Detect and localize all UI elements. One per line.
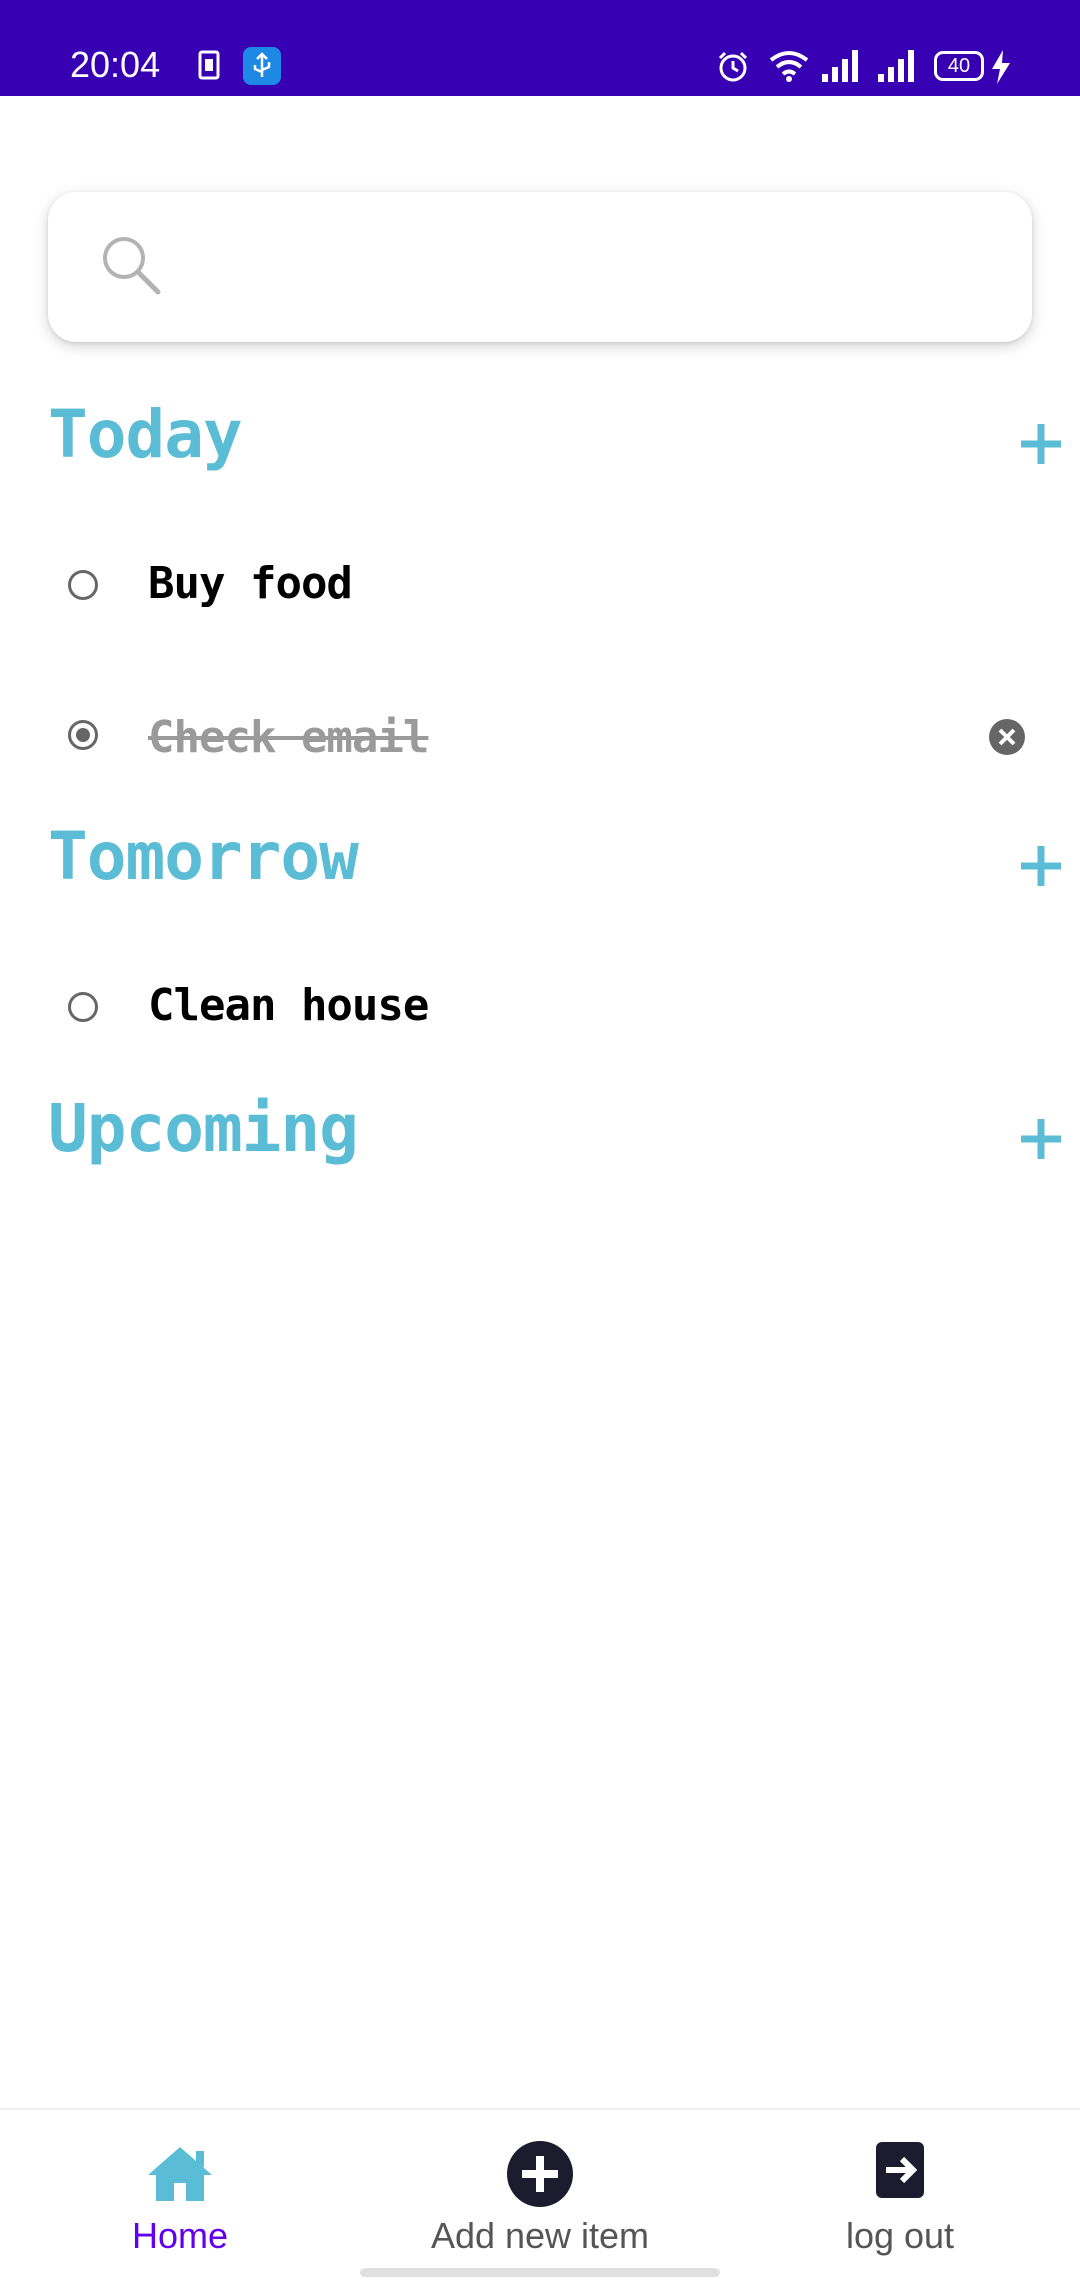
battery-icon: 40 — [934, 51, 984, 81]
search-input[interactable] — [178, 232, 978, 302]
task-label: Check email — [148, 712, 429, 763]
logout-icon — [876, 2142, 924, 2198]
status-time: 20:04 — [70, 44, 161, 85]
add-upcoming-button[interactable] — [1018, 1116, 1064, 1162]
wifi-icon — [769, 51, 809, 82]
nav-label-home: Home — [131, 2215, 229, 2256]
status-bar: 20:04 40 — [0, 0, 1080, 96]
task-checkbox[interactable] — [68, 992, 98, 1022]
home-indicator — [360, 2268, 720, 2277]
delete-task-icon[interactable] — [988, 718, 1026, 756]
usb-icon — [243, 47, 281, 85]
section-title-upcoming: Upcoming — [48, 1090, 359, 1167]
nav-label-add-new: Add new item — [430, 2215, 650, 2256]
nav-item-home[interactable]: Home — [0, 2110, 360, 2282]
add-tomorrow-button[interactable] — [1018, 843, 1064, 889]
task-label: Buy food — [148, 558, 353, 609]
sim-card-icon — [198, 50, 220, 80]
task-label: Clean house — [148, 980, 429, 1031]
alarm-icon — [718, 51, 748, 82]
section-title-tomorrow: Tomorrow — [48, 818, 359, 895]
task-row[interactable]: Buy food — [0, 536, 1080, 636]
charging-icon — [992, 50, 1010, 84]
signal-icon — [822, 50, 858, 82]
search-bar[interactable] — [48, 192, 1032, 342]
add-circle-icon — [507, 2141, 573, 2207]
add-today-button[interactable] — [1018, 421, 1064, 467]
home-icon — [148, 2147, 212, 2201]
task-checkbox[interactable] — [68, 570, 98, 600]
bottom-nav: Home Add new item log out — [0, 2108, 1080, 2280]
task-row[interactable]: Check email — [0, 686, 1080, 786]
signal-icon — [878, 50, 914, 82]
task-row[interactable]: Clean house — [0, 958, 1080, 1058]
section-title-today: Today — [48, 396, 243, 473]
nav-item-add-new[interactable]: Add new item — [360, 2110, 720, 2282]
nav-item-logout[interactable]: log out — [720, 2110, 1080, 2282]
task-checkbox-checked[interactable] — [68, 720, 98, 750]
search-icon — [103, 237, 161, 295]
nav-label-logout: log out — [845, 2215, 955, 2256]
battery-level: 40 — [947, 55, 971, 77]
